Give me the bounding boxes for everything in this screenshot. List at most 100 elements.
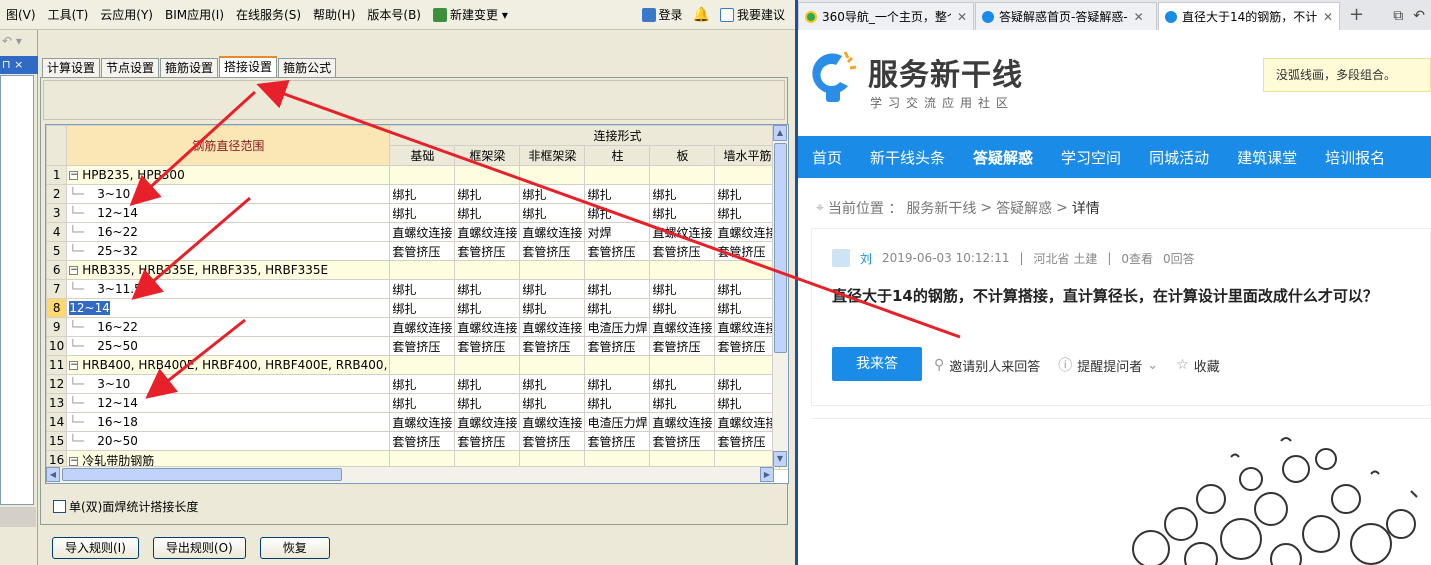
connection-cell[interactable]: 直螺纹连接: [714, 412, 781, 432]
horizontal-scrollbar[interactable]: ◀ ▶: [46, 466, 774, 483]
connection-cell[interactable]: 电渣压力焊: [584, 317, 651, 337]
connection-cell[interactable]: 套管挤压: [519, 431, 586, 451]
connection-cell[interactable]: 套管挤压: [389, 431, 456, 451]
group-label-cell[interactable]: − HPB235, HPB300: [66, 165, 391, 185]
nav-home[interactable]: 首页: [798, 147, 856, 168]
tab-calc-settings[interactable]: 计算设置: [42, 58, 101, 78]
connection-cell[interactable]: 直螺纹连接: [389, 412, 456, 432]
connection-cell[interactable]: 直螺纹连接: [649, 412, 716, 432]
connection-cell[interactable]: 绑扎: [454, 298, 521, 318]
group-label-cell[interactable]: − HRB400, HRB400E, HRBF400, HRBF400E, RRB…: [66, 355, 391, 375]
connection-cell[interactable]: 直螺纹连接: [389, 222, 456, 242]
tab-stirrup-formula[interactable]: 箍筋公式: [278, 58, 337, 78]
connection-cell[interactable]: 直螺纹连接: [454, 317, 521, 337]
connection-cell[interactable]: [389, 355, 456, 375]
connection-cell[interactable]: 套管挤压: [389, 336, 456, 356]
table-group-row[interactable]: 6− HRB335, HRB335E, HRBF335, HRBF335E: [46, 260, 788, 280]
login-button[interactable]: 登录: [636, 0, 689, 30]
connection-cell[interactable]: 直螺纹连接: [454, 222, 521, 242]
menu-online-service[interactable]: 在线服务(S): [230, 0, 307, 30]
table-row[interactable]: 9└─16~22直螺纹连接直螺纹连接直螺纹连接电渣压力焊直螺纹连接直螺纹连接电渣…: [46, 317, 788, 337]
row-number[interactable]: 7: [46, 279, 68, 299]
table-group-row[interactable]: 1− HPB235, HPB300: [46, 165, 788, 185]
row-number[interactable]: 1: [46, 165, 68, 185]
collapse-icon[interactable]: −: [69, 456, 79, 466]
range-cell[interactable]: 12~14: [66, 298, 391, 318]
nav-study-space[interactable]: 学习空间: [1047, 147, 1135, 168]
remind-button[interactable]: ⓘ 提醒提问者 ⌄: [1058, 355, 1158, 375]
connection-cell[interactable]: [584, 355, 651, 375]
row-number[interactable]: 2: [46, 184, 68, 204]
table-row[interactable]: 7└─3~11.5绑扎绑扎绑扎绑扎绑扎绑扎绑扎: [46, 279, 788, 299]
column-header[interactable]: 板: [649, 145, 716, 166]
connection-cell[interactable]: [519, 355, 586, 375]
connection-cell[interactable]: 绑扎: [714, 203, 781, 223]
connection-cell[interactable]: 绑扎: [714, 279, 781, 299]
connection-cell[interactable]: 直螺纹连接: [519, 222, 586, 242]
connection-cell[interactable]: [649, 165, 716, 185]
connection-cell[interactable]: 绑扎: [389, 279, 456, 299]
undo-close-icon[interactable]: ↶: [1413, 8, 1425, 24]
feedback-button[interactable]: 我要建议: [714, 0, 791, 30]
connection-cell[interactable]: 套管挤压: [584, 241, 651, 261]
connection-cell[interactable]: 直螺纹连接: [519, 412, 586, 432]
range-cell[interactable]: └─ 3~10: [66, 374, 391, 394]
connection-cell[interactable]: 套管挤压: [454, 431, 521, 451]
connection-cell[interactable]: 绑扎: [519, 374, 586, 394]
connection-cell[interactable]: 绑扎: [454, 203, 521, 223]
connection-cell[interactable]: 绑扎: [649, 374, 716, 394]
connection-cell[interactable]: 绑扎: [454, 184, 521, 204]
connection-cell[interactable]: 绑扎: [714, 393, 781, 413]
connection-cell[interactable]: 绑扎: [389, 298, 456, 318]
menu-help[interactable]: 帮助(H): [307, 0, 361, 30]
horizontal-scroll-thumb[interactable]: [62, 468, 342, 481]
bell-icon[interactable]: 🔔: [693, 7, 710, 23]
vertical-scroll-thumb[interactable]: [774, 143, 787, 353]
range-cell[interactable]: └─ 16~18: [66, 412, 391, 432]
table-row[interactable]: 812~14绑扎绑扎绑扎绑扎绑扎绑扎绑扎: [46, 298, 788, 318]
row-number[interactable]: 8: [46, 298, 68, 318]
connection-cell[interactable]: 套管挤压: [714, 241, 781, 261]
tab-node-settings[interactable]: 节点设置: [101, 58, 160, 78]
group-label-cell[interactable]: − HRB335, HRB335E, HRBF335, HRBF335E: [66, 260, 391, 280]
nav-training[interactable]: 培训报名: [1311, 147, 1399, 168]
column-header[interactable]: 框架梁: [454, 145, 521, 166]
collapse-icon[interactable]: −: [69, 171, 79, 180]
undo-icon[interactable]: ↶ ▾: [2, 34, 22, 48]
connection-cell[interactable]: 绑扎: [584, 374, 651, 394]
connection-cell[interactable]: [519, 260, 586, 280]
connection-cell[interactable]: 电渣压力焊: [584, 412, 651, 432]
connection-cell[interactable]: [454, 355, 521, 375]
table-row[interactable]: 10└─25~50套管挤压套管挤压套管挤压套管挤压套管挤压套管挤压套管挤压: [46, 336, 788, 356]
connection-cell[interactable]: 绑扎: [584, 298, 651, 318]
connection-cell[interactable]: 直螺纹连接: [454, 412, 521, 432]
connection-cell[interactable]: 绑扎: [649, 298, 716, 318]
connection-cell[interactable]: 直螺纹连接: [714, 317, 781, 337]
connection-cell[interactable]: [454, 260, 521, 280]
connection-cell[interactable]: 绑扎: [519, 184, 586, 204]
scroll-down-icon[interactable]: ▼: [773, 451, 787, 467]
menu-tools[interactable]: 工具(T): [42, 0, 95, 30]
connection-cell[interactable]: 套管挤压: [714, 336, 781, 356]
close-icon[interactable]: ✕: [1323, 10, 1333, 24]
site-logo-icon[interactable]: [812, 50, 858, 110]
table-row[interactable]: 4└─16~22直螺纹连接直螺纹连接直螺纹连接对焊直螺纹连接直螺纹连接电渣压力焊: [46, 222, 788, 242]
range-cell[interactable]: └─ 20~50: [66, 431, 391, 451]
column-header[interactable]: 墙水平筋: [714, 145, 781, 166]
answer-button[interactable]: 我来答: [832, 347, 922, 381]
row-number[interactable]: 5: [46, 241, 68, 261]
table-row[interactable]: 5└─25~32套管挤压套管挤压套管挤压套管挤压套管挤压套管挤压套管挤压: [46, 241, 788, 261]
connection-cell[interactable]: 对焊: [584, 222, 651, 242]
connection-cell[interactable]: [714, 355, 781, 375]
column-header[interactable]: 基础: [389, 145, 456, 166]
import-rules-button[interactable]: 导入规则(I): [52, 537, 139, 559]
range-cell[interactable]: └─ 16~22: [66, 222, 391, 242]
close-icon[interactable]: ✕: [957, 10, 967, 24]
export-rules-button[interactable]: 导出规则(O): [152, 537, 246, 559]
nav-local-events[interactable]: 同城活动: [1135, 147, 1223, 168]
connection-cell[interactable]: 绑扎: [649, 184, 716, 204]
connection-cell[interactable]: [389, 260, 456, 280]
row-number[interactable]: 10: [46, 336, 68, 356]
browser-tab-qa[interactable]: 答疑解惑首页-答疑解惑- ✕: [975, 2, 1157, 30]
breadcrumb-link[interactable]: 答疑解惑: [996, 198, 1052, 218]
